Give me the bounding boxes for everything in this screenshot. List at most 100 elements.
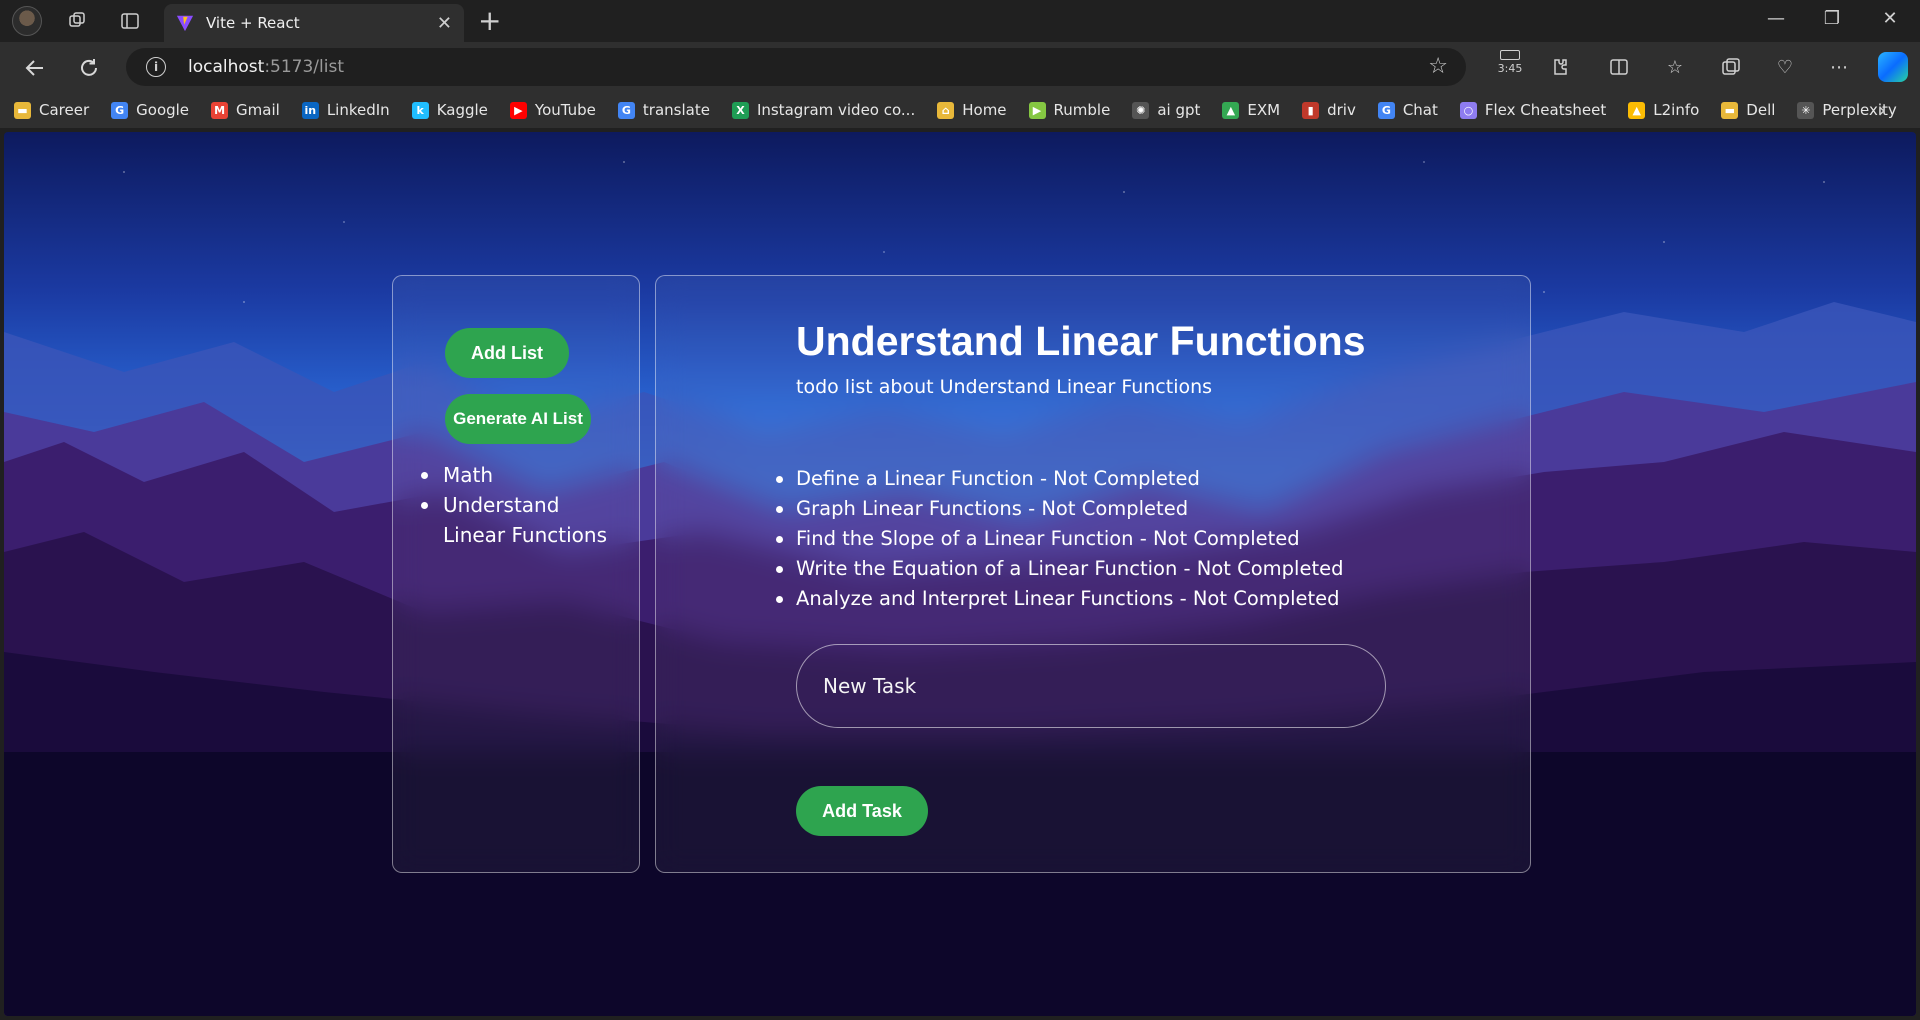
- bookmark-label: Flex Cheatsheet: [1484, 101, 1607, 119]
- list-item-math[interactable]: Math: [421, 460, 623, 490]
- bookmark-instagram-video-co[interactable]: X Instagram video co...: [731, 101, 916, 119]
- add-task-button[interactable]: Add Task: [796, 786, 928, 836]
- bookmark-l2info[interactable]: ▲ L2info: [1628, 101, 1699, 119]
- list-item-understand-linear-functions[interactable]: Understand Linear Functions: [421, 490, 623, 550]
- workspaces-icon[interactable]: [64, 8, 90, 34]
- bookmark-rumble[interactable]: ▶ Rumble: [1028, 101, 1111, 119]
- kaggle-icon: k: [411, 101, 429, 119]
- url-host: localhost: [188, 57, 265, 77]
- todo-panel: Understand Linear Functions todo list ab…: [655, 275, 1531, 873]
- translate-icon: G: [617, 101, 635, 119]
- profile-avatar[interactable]: [12, 6, 42, 36]
- favorite-star-icon[interactable]: ☆: [1428, 54, 1448, 79]
- task-item[interactable]: Find the Slope of a Linear Function - No…: [775, 524, 1343, 554]
- bookmark-label: Dell: [1746, 101, 1776, 119]
- browser-essentials-icon[interactable]: ♡: [1770, 52, 1800, 82]
- extensions-icon[interactable]: [1544, 52, 1574, 82]
- bookmark-label: EXM: [1247, 101, 1281, 119]
- rumble-icon: ▶: [1028, 101, 1046, 119]
- bookmark-kaggle[interactable]: k Kaggle: [411, 101, 488, 119]
- split-screen-icon[interactable]: [1604, 52, 1634, 82]
- linkedin-icon: in: [301, 101, 319, 119]
- google-icon: G: [111, 101, 129, 119]
- driv-icon: ▮: [1302, 101, 1320, 119]
- bookmark-gmail[interactable]: M Gmail: [211, 101, 280, 119]
- refresh-icon[interactable]: [74, 53, 104, 83]
- bookmark-driv[interactable]: ▮ driv: [1302, 101, 1356, 119]
- more-menu-icon[interactable]: ⋯: [1824, 52, 1854, 82]
- restore-icon[interactable]: ❐: [1812, 8, 1852, 29]
- url-path: :5173/list: [264, 57, 344, 77]
- address-bar[interactable]: i localhost:5173/list ☆: [126, 48, 1466, 86]
- bookmark-label: translate: [642, 101, 710, 119]
- close-tab-icon[interactable]: ✕: [437, 13, 452, 34]
- bookmark-label: Chat: [1402, 101, 1438, 119]
- youtube-icon: ▶: [509, 101, 527, 119]
- openai-icon: ✺: [1132, 101, 1150, 119]
- page-title: Understand Linear Functions: [796, 318, 1366, 364]
- bookmark-google[interactable]: G Google: [111, 101, 189, 119]
- gmail-icon: M: [211, 101, 229, 119]
- perplexity-icon: ✳: [1797, 101, 1815, 119]
- bookmark-label: Gmail: [236, 101, 280, 119]
- bookmark-career[interactable]: ▬ Career: [14, 101, 89, 119]
- bookmark-label: Instagram video co...: [756, 101, 916, 119]
- task-item[interactable]: Graph Linear Functions - Not Completed: [775, 494, 1343, 524]
- task-list: Define a Linear Function - Not Completed…: [775, 464, 1343, 614]
- task-item[interactable]: Define a Linear Function - Not Completed: [775, 464, 1343, 494]
- site-info-icon[interactable]: i: [146, 57, 166, 77]
- bookmark-dell[interactable]: ▬ Dell: [1721, 101, 1775, 119]
- bookmark-label: Home: [962, 101, 1007, 119]
- battery-time: 3:45: [1497, 62, 1523, 75]
- bookmark-home[interactable]: ⌂ Home: [937, 101, 1007, 119]
- vertical-tabs-icon[interactable]: [117, 8, 143, 34]
- bookmark-label: driv: [1327, 101, 1356, 119]
- battery-icon: [1500, 50, 1520, 60]
- toolbar: i localhost:5173/list ☆ 3:45 ☆ ♡ ⋯: [0, 42, 1920, 92]
- bookmark-label: LinkedIn: [326, 101, 390, 119]
- home-icon: ⌂: [937, 101, 955, 119]
- page-viewport: Add List Generate AI List Math Understan…: [4, 132, 1916, 1016]
- google-chat-icon: G: [1377, 101, 1395, 119]
- vite-icon: [176, 15, 194, 32]
- bookmark-label: Rumble: [1053, 101, 1111, 119]
- folder-icon: ▬: [1721, 101, 1739, 119]
- bookmark-label: YouTube: [534, 101, 596, 119]
- task-item[interactable]: Write the Equation of a Linear Function …: [775, 554, 1343, 584]
- generate-ai-list-button[interactable]: Generate AI List: [445, 394, 591, 444]
- bookmark-ai-gpt[interactable]: ✺ ai gpt: [1132, 101, 1200, 119]
- bookmark-linkedin[interactable]: in LinkedIn: [301, 101, 390, 119]
- folder-icon: ▬: [14, 101, 31, 119]
- bookmark-label: Kaggle: [436, 101, 488, 119]
- circle-icon: ○: [1459, 101, 1477, 119]
- bookmark-label: L2info: [1653, 101, 1700, 119]
- collections-icon[interactable]: [1716, 52, 1746, 82]
- bookmark-chat[interactable]: G Chat: [1377, 101, 1438, 119]
- drive-icon: ▲: [1628, 101, 1646, 119]
- bookmark-label: Google: [136, 101, 190, 119]
- back-icon[interactable]: [20, 53, 50, 83]
- battery-indicator[interactable]: 3:45: [1490, 50, 1530, 75]
- task-item[interactable]: Analyze and Interpret Linear Functions -…: [775, 584, 1343, 614]
- bookmark-label: Career: [39, 101, 90, 119]
- bookmark-exm[interactable]: ▲ EXM: [1222, 101, 1280, 119]
- active-tab[interactable]: Vite + React ✕: [164, 4, 464, 42]
- bookmark-flex-cheatsheet[interactable]: ○ Flex Cheatsheet: [1459, 101, 1607, 119]
- bookmark-youtube[interactable]: ▶ YouTube: [509, 101, 596, 119]
- more-bookmarks-icon[interactable]: ›: [1878, 98, 1886, 122]
- favorites-icon[interactable]: ☆: [1660, 52, 1690, 82]
- close-window-icon[interactable]: ✕: [1870, 8, 1910, 29]
- bookmarks-bar: ▬ Career G Google M Gmail in LinkedIn k Kaggle ▶ Yo…: [0, 92, 1920, 128]
- minimize-icon[interactable]: —: [1756, 8, 1796, 29]
- copilot-icon[interactable]: [1878, 52, 1908, 82]
- bookmark-label: ai gpt: [1157, 101, 1201, 119]
- drive-icon: ▲: [1222, 101, 1240, 119]
- add-list-button[interactable]: Add List: [445, 328, 569, 378]
- tab-strip: Vite + React ✕ + — ❐ ✕: [0, 0, 1920, 42]
- instagram-tool-icon: X: [731, 101, 749, 119]
- tab-title: Vite + React: [206, 14, 300, 32]
- new-task-input[interactable]: [796, 644, 1386, 728]
- new-tab-icon[interactable]: +: [478, 6, 501, 36]
- lists-sidebar: Add List Generate AI List Math Understan…: [392, 275, 640, 873]
- bookmark-translate[interactable]: Gtranslate: [617, 101, 710, 119]
